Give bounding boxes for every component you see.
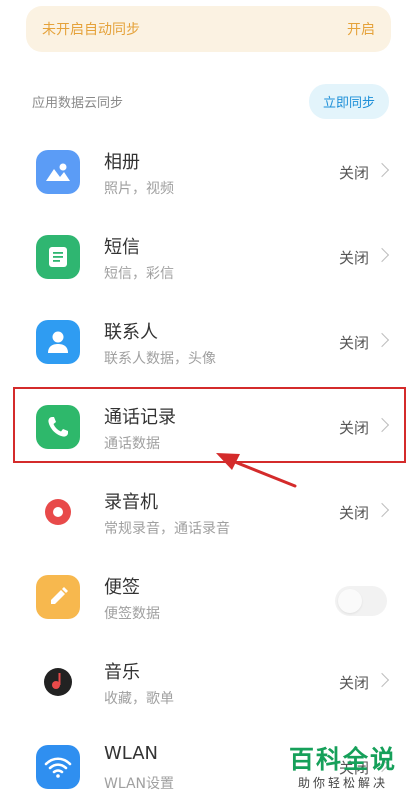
pointer-arrow-icon (216, 453, 297, 488)
message-icon (36, 235, 80, 279)
app-name: WLAN (104, 743, 159, 764)
sync-status: 关闭 (338, 674, 369, 692)
list-item-contacts[interactable]: 联系人 联系人数据，头像 关闭 (0, 298, 415, 382)
wifi-icon (36, 745, 80, 789)
app-desc: 便签数据 (104, 606, 160, 622)
gallery-icon (36, 150, 80, 194)
chevron-right-icon (374, 502, 390, 518)
chevron-right-icon (374, 247, 390, 263)
watermark-logo: 百科全说 助你轻松解决 (283, 746, 403, 792)
section-header: 应用数据云同步 立即同步 (32, 83, 389, 119)
app-desc: 收藏，歌单 (104, 691, 174, 707)
app-desc: WLAN设置 (104, 776, 175, 792)
app-name: 录音机 (104, 492, 158, 513)
app-name: 相册 (104, 152, 140, 173)
chevron-right-icon (374, 672, 390, 688)
app-name: 便签 (104, 577, 140, 598)
auto-sync-status-text: 未开启自动同步 (42, 22, 140, 38)
app-desc: 短信，彩信 (104, 266, 174, 282)
list-item-music[interactable]: 音乐 收藏，歌单 关闭 (0, 638, 415, 722)
watermark-subtitle: 助你轻松解决 (297, 776, 388, 790)
app-desc: 常规录音，通话录音 (104, 521, 230, 537)
music-icon (36, 660, 80, 704)
sync-status: 关闭 (338, 504, 369, 522)
sync-status: 关闭 (338, 164, 369, 182)
app-name: 联系人 (104, 322, 158, 343)
watermark-title: 百科全说 (288, 745, 397, 774)
app-desc: 联系人数据，头像 (104, 351, 216, 367)
recorder-icon (36, 490, 80, 534)
section-title: 应用数据云同步 (32, 95, 124, 111)
sync-now-button[interactable]: 立即同步 (308, 83, 389, 119)
app-name: 短信 (104, 237, 140, 258)
app-name: 音乐 (104, 662, 140, 683)
sync-status: 关闭 (338, 334, 369, 352)
chevron-right-icon (374, 332, 390, 348)
sync-status: 关闭 (338, 249, 369, 267)
list-item-messages[interactable]: 短信 短信，彩信 关闭 (0, 213, 415, 297)
chevron-right-icon (374, 162, 390, 178)
list-item-gallery[interactable]: 相册 照片，视频 关闭 (0, 128, 415, 212)
notes-sync-toggle[interactable] (335, 586, 387, 616)
toggle-knob (338, 589, 362, 613)
notes-icon (36, 575, 80, 619)
app-desc: 照片，视频 (104, 181, 174, 197)
contacts-icon (36, 320, 80, 364)
enable-sync-link[interactable]: 开启 (347, 19, 375, 39)
list-item-notes[interactable]: 便签 便签数据 (0, 553, 415, 637)
auto-sync-banner: 未开启自动同步 开启 (26, 6, 391, 52)
